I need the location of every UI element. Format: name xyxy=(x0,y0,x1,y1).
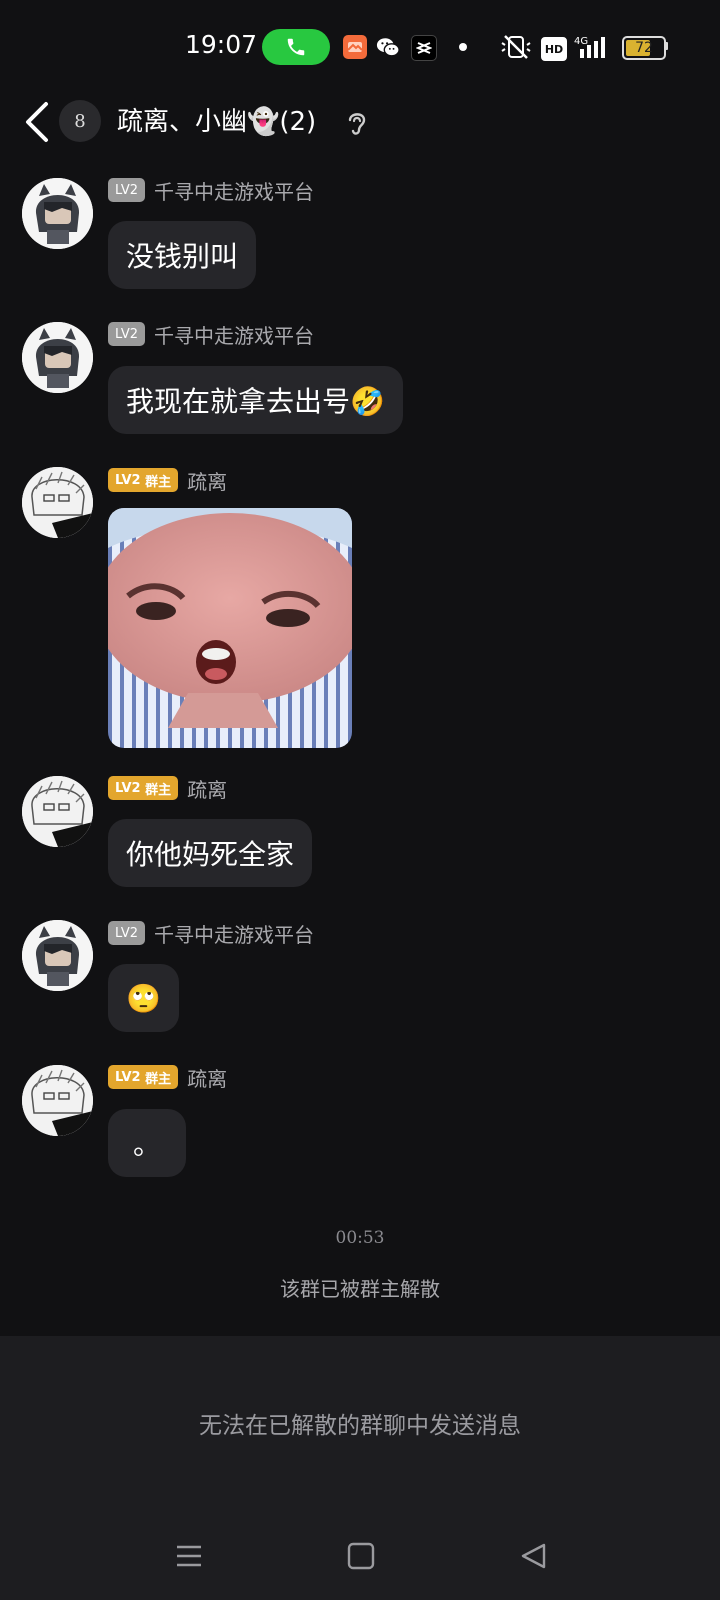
owner-level-badge: LV2 群主 xyxy=(108,1065,179,1089)
battery-icon: 72 xyxy=(622,36,666,60)
ongoing-call-pill[interactable] xyxy=(262,29,330,65)
sender-name[interactable]: 疏离 xyxy=(187,774,227,803)
mute-icon xyxy=(501,35,531,59)
sticker-image[interactable] xyxy=(108,508,352,748)
back-icon[interactable] xyxy=(22,98,54,146)
message-bubble[interactable]: 我现在就拿去出号🤣 xyxy=(108,366,403,434)
battery-level: 72 xyxy=(635,40,653,56)
unread-count-badge[interactable]: 8 xyxy=(59,100,101,142)
menu-icon[interactable] xyxy=(173,1540,205,1572)
wechat-icon xyxy=(376,35,400,59)
message-bubble[interactable]: 没钱别叫 xyxy=(108,221,257,289)
message-bubble[interactable]: 你他妈死全家 xyxy=(108,819,313,887)
avatar[interactable] xyxy=(22,467,93,538)
avatar[interactable] xyxy=(22,776,93,847)
avatar[interactable] xyxy=(22,1065,93,1136)
clock: 19:07 xyxy=(185,30,258,59)
capcut-icon xyxy=(411,35,437,61)
back-nav-icon[interactable] xyxy=(518,1540,550,1572)
level-badge: LV2 xyxy=(108,178,145,202)
notification-dot xyxy=(459,43,467,51)
chat-title[interactable]: 疏离、小幽👻(2) xyxy=(117,101,316,138)
svg-text:4G: 4G xyxy=(574,36,588,47)
home-icon[interactable] xyxy=(345,1540,377,1572)
system-message: 该群已被群主解散 xyxy=(280,1277,440,1301)
sender-name[interactable]: 千寻中走游戏平台 xyxy=(154,919,314,948)
app-notification-icon xyxy=(343,35,367,59)
avatar[interactable] xyxy=(22,178,93,249)
disabled-notice: 无法在已解散的群聊中发送消息 xyxy=(199,1413,521,1439)
sender-name[interactable]: 千寻中走游戏平台 xyxy=(154,320,314,349)
level-badge: LV2 xyxy=(108,921,145,945)
owner-level-badge: LV2 群主 xyxy=(108,468,179,492)
ear-icon[interactable] xyxy=(344,108,370,138)
avatar[interactable] xyxy=(22,322,93,393)
message-timestamp: 00:53 xyxy=(335,1228,385,1248)
signal-icon: 4G xyxy=(574,36,605,58)
message-bubble[interactable]: 🙄 xyxy=(108,964,179,1032)
message-bubble[interactable]: 。 xyxy=(108,1109,186,1177)
sender-name[interactable]: 疏离 xyxy=(187,1063,227,1092)
phone-icon xyxy=(287,38,305,56)
sender-name[interactable]: 千寻中走游戏平台 xyxy=(154,176,314,205)
hd-icon: HD xyxy=(541,37,567,61)
avatar[interactable] xyxy=(22,920,93,991)
owner-level-badge: LV2 群主 xyxy=(108,776,179,800)
status-bar: 19:07 HD 4G 72 xyxy=(0,0,720,96)
sender-name[interactable]: 疏离 xyxy=(187,466,227,495)
level-badge: LV2 xyxy=(108,322,145,346)
